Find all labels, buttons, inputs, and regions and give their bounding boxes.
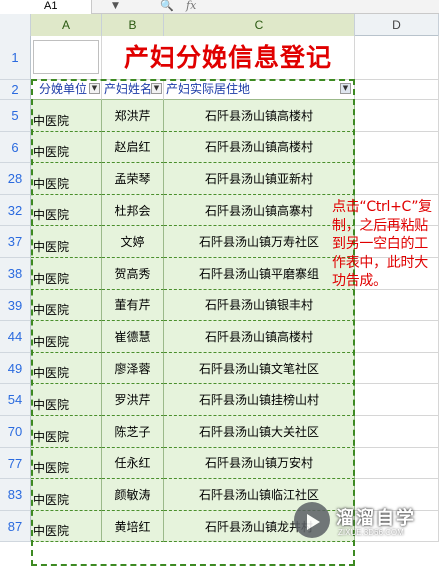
cell-residence[interactable]: 石阡县汤山镇银丰村: [164, 289, 355, 322]
column-header-c[interactable]: C: [164, 14, 355, 36]
cell-mother-name[interactable]: 郑洪芹: [102, 100, 164, 132]
cell-delivery-unit[interactable]: 中医院: [31, 321, 102, 353]
cell-column-d[interactable]: [355, 416, 439, 448]
cell-column-d[interactable]: [355, 100, 439, 132]
sheet-title[interactable]: 产妇分娩信息登记: [102, 36, 355, 80]
cell-residence[interactable]: 石阡县汤山镇高楼村: [164, 321, 355, 353]
row-header[interactable]: 77: [0, 447, 31, 480]
select-all-corner[interactable]: [0, 14, 31, 36]
row-header[interactable]: 32: [0, 194, 31, 227]
cell-delivery-unit[interactable]: 中医院: [31, 131, 102, 164]
cell-residence[interactable]: 石阡县汤山镇文笔社区: [164, 352, 355, 385]
cell-residence[interactable]: 石阡县汤山镇高楼村: [164, 131, 355, 164]
row-header[interactable]: 44: [0, 321, 31, 353]
cell-residence[interactable]: 石阡县汤山镇亚新村: [164, 163, 355, 195]
cell-residence[interactable]: 石阡县汤山镇平磨寨组: [164, 258, 355, 290]
cell-mother-name[interactable]: 廖泽蓉: [102, 352, 164, 385]
cell-mother-name[interactable]: 罗洪芹: [102, 384, 164, 416]
watermark: 溜溜自学 ZIXUE.3D66.COM: [294, 500, 439, 544]
header-cell-address[interactable]: 产妇实际居住地 ▼: [164, 80, 355, 100]
cell-mother-name[interactable]: 杜邦会: [102, 194, 164, 227]
header-label-address: 产妇实际居住地: [166, 82, 251, 96]
header-label-unit: 分娩单位: [39, 82, 88, 96]
column-header-a[interactable]: A: [31, 14, 102, 36]
cell-mother-name[interactable]: 颜敏涛: [102, 479, 164, 511]
watermark-url: ZIXUE.3D66.COM: [338, 528, 404, 537]
row-header[interactable]: 49: [0, 352, 31, 385]
cell-mother-name[interactable]: 贺高秀: [102, 258, 164, 290]
cell-delivery-unit[interactable]: 中医院: [31, 258, 102, 290]
cell-column-d[interactable]: [355, 131, 439, 164]
header-cell-unit[interactable]: 分娩单位 ▼: [31, 80, 102, 100]
cell-delivery-unit[interactable]: 中医院: [31, 352, 102, 385]
row-header[interactable]: 5: [0, 100, 31, 132]
cell-mother-name[interactable]: 任永红: [102, 447, 164, 480]
row-header[interactable]: 1: [0, 36, 31, 80]
cell-delivery-unit[interactable]: 中医院: [31, 100, 102, 132]
column-headers: A B C D: [0, 14, 439, 36]
row-header[interactable]: 39: [0, 289, 31, 322]
header-cell-name[interactable]: 产妇姓名 ▼: [102, 80, 164, 100]
watermark-title: 溜溜自学: [336, 508, 416, 529]
zoom-icon[interactable]: 🔍: [160, 0, 174, 12]
fx-icon[interactable]: fx: [186, 0, 196, 12]
cell-delivery-unit[interactable]: 中医院: [31, 194, 102, 227]
cell-d2[interactable]: [355, 80, 439, 100]
cell-delivery-unit[interactable]: 中医院: [31, 447, 102, 480]
cell-residence[interactable]: 石阡县汤山镇挂榜山村: [164, 384, 355, 416]
row-header[interactable]: 70: [0, 416, 31, 448]
name-box[interactable]: A1: [0, 0, 92, 14]
cell-residence[interactable]: 石阡县汤山镇高寨村: [164, 194, 355, 227]
cell-delivery-unit[interactable]: 中医院: [31, 384, 102, 416]
cell-column-d[interactable]: [355, 321, 439, 353]
cell-delivery-unit[interactable]: 中医院: [31, 226, 102, 258]
cell-residence[interactable]: 石阡县汤山镇大关社区: [164, 416, 355, 448]
cell-column-d[interactable]: [355, 163, 439, 195]
cell-delivery-unit[interactable]: 中医院: [31, 510, 102, 543]
cell-delivery-unit[interactable]: 中医院: [31, 479, 102, 511]
watermark-circle: [294, 502, 330, 538]
filter-dropdown-icon[interactable]: ▼: [151, 83, 162, 94]
cell-delivery-unit[interactable]: 中医院: [31, 416, 102, 448]
filter-dropdown-icon[interactable]: ▼: [89, 83, 100, 94]
cell-mother-name[interactable]: 陈芝子: [102, 416, 164, 448]
cell-mother-name[interactable]: 董有芹: [102, 289, 164, 322]
cell-column-d[interactable]: [355, 384, 439, 416]
cell-column-d[interactable]: [355, 352, 439, 385]
row-header[interactable]: 87: [0, 510, 31, 543]
image-placeholder[interactable]: [33, 40, 99, 74]
cell-mother-name[interactable]: 文婷: [102, 226, 164, 258]
row-header[interactable]: 28: [0, 163, 31, 195]
row-header[interactable]: 6: [0, 131, 31, 164]
cell-delivery-unit[interactable]: 中医院: [31, 163, 102, 195]
row-header[interactable]: 2: [0, 80, 31, 100]
filter-active-icon[interactable]: ▼: [340, 83, 351, 94]
cell-residence[interactable]: 石阡县汤山镇万寿社区: [164, 226, 355, 258]
cell-mother-name[interactable]: 崔德慧: [102, 321, 164, 353]
column-header-b[interactable]: B: [102, 14, 164, 36]
chevron-down-icon[interactable]: ▼: [112, 0, 119, 13]
row-header[interactable]: 83: [0, 479, 31, 511]
cell-d1[interactable]: [355, 36, 439, 80]
play-icon: [307, 514, 320, 530]
row-header[interactable]: 38: [0, 258, 31, 290]
cell-mother-name[interactable]: 赵启红: [102, 131, 164, 164]
row-header[interactable]: 37: [0, 226, 31, 258]
header-label-name: 产妇姓名: [104, 82, 153, 96]
cell-residence[interactable]: 石阡县汤山镇万安村: [164, 447, 355, 480]
cell-residence[interactable]: 石阡县汤山镇高楼村: [164, 100, 355, 132]
logo-cell[interactable]: [31, 36, 102, 80]
cell-column-d[interactable]: [355, 447, 439, 480]
spreadsheet-grid: 产妇分娩信息登记 分娩单位 ▼ 产妇姓名 ▼ 产妇实际居住地 ▼ 中医院 郑洪芹石…: [31, 36, 439, 566]
cell-mother-name[interactable]: 黄培红: [102, 510, 164, 543]
cell-delivery-unit[interactable]: 中医院: [31, 289, 102, 322]
cell-mother-name[interactable]: 孟荣琴: [102, 163, 164, 195]
row-header[interactable]: 54: [0, 384, 31, 416]
column-header-d[interactable]: D: [355, 14, 439, 36]
formula-bar: A1 ▼ 🔍 fx: [0, 0, 439, 14]
instruction-annotation: 点击“Ctrl+C”复制，之后再粘贴到另一空白的工作表中，此时大功告成。: [332, 199, 432, 289]
cell-column-d[interactable]: [355, 289, 439, 322]
